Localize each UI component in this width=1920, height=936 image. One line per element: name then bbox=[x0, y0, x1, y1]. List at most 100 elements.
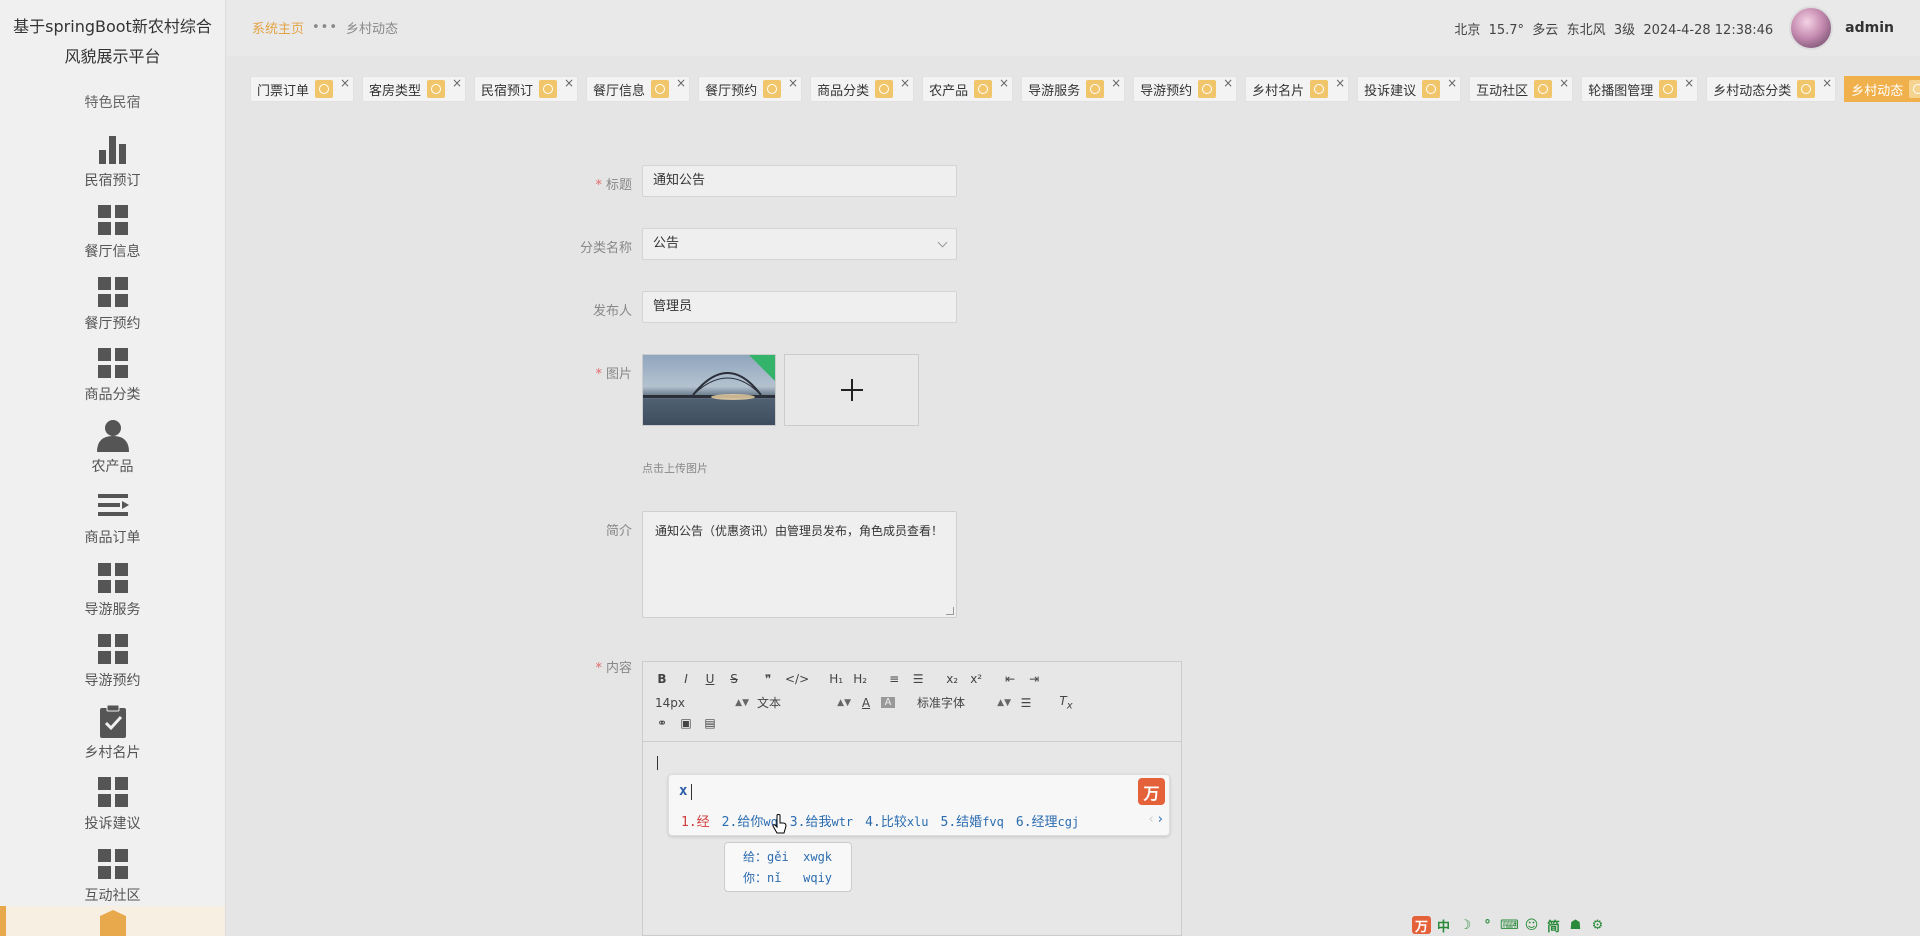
h1-icon[interactable]: H₁ bbox=[829, 672, 843, 686]
tab-refresh-icon[interactable] bbox=[1534, 80, 1553, 98]
tab-refresh-icon[interactable] bbox=[651, 80, 670, 98]
ime-candidate[interactable]: 2.给你wq bbox=[722, 811, 778, 830]
intro-textarea[interactable]: 通知公告（优惠资讯）由管理员发布，角色成员查看！ bbox=[642, 511, 957, 618]
tab[interactable]: 导游预约 × bbox=[1133, 76, 1238, 102]
sidebar-item[interactable]: 导游预约 bbox=[0, 623, 225, 695]
close-icon[interactable]: × bbox=[340, 76, 350, 90]
tab-refresh-icon[interactable] bbox=[539, 80, 558, 98]
publisher-input[interactable]: 管理员 bbox=[642, 291, 957, 323]
ordered-list-icon[interactable]: ≡ bbox=[887, 672, 901, 686]
tab[interactable]: 轮播图管理 × bbox=[1581, 76, 1699, 102]
sidebar-item[interactable]: 民宿预订 bbox=[0, 122, 225, 194]
tab-refresh-icon[interactable] bbox=[315, 80, 334, 98]
tab-refresh-icon[interactable] bbox=[1422, 80, 1441, 98]
tab-refresh-icon[interactable] bbox=[1909, 80, 1920, 98]
ime-candidate[interactable]: 1.经 bbox=[681, 811, 710, 830]
ime-candidate[interactable]: 5.结婚fvq bbox=[941, 811, 1004, 830]
tab[interactable]: 农产品 × bbox=[922, 76, 1014, 102]
close-icon[interactable]: × bbox=[1684, 76, 1694, 90]
tab[interactable]: 门票订单 × bbox=[250, 76, 355, 102]
underline-icon[interactable]: U bbox=[703, 672, 717, 686]
ime-bar-item[interactable]: ⚙ bbox=[1588, 916, 1607, 934]
tab-refresh-icon[interactable] bbox=[1797, 80, 1816, 98]
tab[interactable]: 乡村名片 × bbox=[1245, 76, 1350, 102]
font-color-icon[interactable]: A bbox=[859, 696, 873, 710]
tab-refresh-icon[interactable] bbox=[1310, 80, 1329, 98]
sidebar-item-active[interactable] bbox=[0, 906, 225, 936]
ime-bar-item[interactable]: 万 bbox=[1412, 916, 1431, 935]
sidebar-item[interactable]: 投诉建议 bbox=[0, 766, 225, 838]
ime-candidate[interactable]: 4.比较xlu bbox=[865, 811, 928, 830]
subscript-icon[interactable]: x₂ bbox=[945, 672, 959, 686]
close-icon[interactable]: × bbox=[900, 76, 910, 90]
image-icon[interactable]: ▣ bbox=[679, 716, 693, 730]
ime-bar-item[interactable]: 简 bbox=[1544, 916, 1563, 935]
close-icon[interactable]: × bbox=[1559, 76, 1569, 90]
h2-icon[interactable]: H₂ bbox=[853, 672, 867, 686]
tab[interactable]: 餐厅信息 × bbox=[586, 76, 691, 102]
ime-bar-item[interactable]: ° bbox=[1478, 916, 1497, 934]
indent-icon[interactable]: ⇥ bbox=[1027, 672, 1041, 686]
tab[interactable]: 餐厅预约 × bbox=[698, 76, 803, 102]
close-icon[interactable]: × bbox=[1111, 76, 1121, 90]
tab[interactable]: 民宿预订 × bbox=[474, 76, 579, 102]
category-select[interactable]: 公告 bbox=[642, 228, 957, 260]
ime-bar-item[interactable]: ☗ bbox=[1566, 916, 1585, 934]
tab-refresh-icon[interactable] bbox=[427, 80, 446, 98]
tab[interactable]: 客房类型 × bbox=[362, 76, 467, 102]
avatar[interactable] bbox=[1789, 6, 1834, 50]
tab[interactable]: 乡村动态× bbox=[1844, 76, 1920, 102]
superscript-icon[interactable]: x² bbox=[969, 672, 983, 686]
font-family-select[interactable]: 标准字体 ▲▼ bbox=[917, 694, 1019, 711]
tab[interactable]: 乡村动态分类 × bbox=[1706, 76, 1837, 102]
sidebar-item[interactable]: 餐厅预约 bbox=[0, 265, 225, 337]
ime-bar-item[interactable]: ⌨ bbox=[1500, 916, 1519, 934]
close-icon[interactable]: × bbox=[676, 76, 686, 90]
sidebar-section-special[interactable]: 特色民宿 bbox=[0, 92, 225, 112]
sidebar-item[interactable]: 农产品 bbox=[0, 408, 225, 480]
ime-candidate[interactable]: 6.经理cgj bbox=[1016, 811, 1079, 830]
close-icon[interactable]: × bbox=[1335, 76, 1345, 90]
code-icon[interactable]: </> bbox=[785, 672, 809, 686]
bullet-list-icon[interactable]: ☰ bbox=[911, 672, 925, 686]
title-input[interactable]: 通知公告 bbox=[642, 165, 957, 197]
tab-refresh-icon[interactable] bbox=[974, 80, 993, 98]
italic-icon[interactable]: I bbox=[679, 672, 693, 686]
close-icon[interactable]: × bbox=[999, 76, 1009, 90]
tab[interactable]: 互动社区 × bbox=[1469, 76, 1574, 102]
sidebar-item[interactable]: 餐厅信息 bbox=[0, 194, 225, 266]
font-size-select[interactable]: 14px ▲▼ bbox=[655, 696, 757, 710]
username[interactable]: admin bbox=[1845, 20, 1894, 36]
bold-icon[interactable]: B bbox=[655, 672, 669, 686]
ime-page-nav[interactable]: ‹ › bbox=[1148, 812, 1163, 827]
outdent-icon[interactable]: ⇤ bbox=[1003, 672, 1017, 686]
breadcrumb-home[interactable]: 系统主页 bbox=[252, 18, 304, 37]
strike-icon[interactable]: S bbox=[727, 672, 741, 686]
tab-refresh-icon[interactable] bbox=[875, 80, 894, 98]
sidebar-item[interactable]: 商品订单 bbox=[0, 480, 225, 552]
tab-refresh-icon[interactable] bbox=[763, 80, 782, 98]
quote-icon[interactable]: ❞ bbox=[761, 672, 775, 686]
sidebar-item[interactable]: 商品分类 bbox=[0, 337, 225, 409]
resize-handle-icon[interactable] bbox=[946, 607, 954, 615]
ime-candidate[interactable]: 3.给我wtr bbox=[790, 811, 853, 830]
close-icon[interactable]: × bbox=[564, 76, 574, 90]
link-icon[interactable]: ⚭ bbox=[655, 716, 669, 730]
align-icon[interactable]: ☰ bbox=[1019, 696, 1033, 710]
sidebar-item[interactable]: 乡村名片 bbox=[0, 694, 225, 766]
close-icon[interactable]: × bbox=[1447, 76, 1457, 90]
close-icon[interactable]: × bbox=[1822, 76, 1832, 90]
clear-format-icon[interactable]: Tx bbox=[1059, 694, 1073, 711]
ime-bar-item[interactable]: 中 bbox=[1434, 916, 1453, 935]
close-icon[interactable]: × bbox=[452, 76, 462, 90]
close-icon[interactable]: × bbox=[1223, 76, 1233, 90]
ime-logo-icon[interactable]: 万 bbox=[1138, 778, 1165, 805]
tab[interactable]: 投诉建议 × bbox=[1357, 76, 1462, 102]
ime-bar-item[interactable]: ☺ bbox=[1522, 916, 1541, 934]
close-icon[interactable]: × bbox=[788, 76, 798, 90]
ime-bar-item[interactable]: ☽ bbox=[1456, 916, 1475, 934]
tab-refresh-icon[interactable] bbox=[1198, 80, 1217, 98]
background-color-icon[interactable]: A bbox=[881, 697, 895, 709]
paragraph-select[interactable]: 文本 ▲▼ bbox=[757, 694, 859, 711]
tab-refresh-icon[interactable] bbox=[1086, 80, 1105, 98]
